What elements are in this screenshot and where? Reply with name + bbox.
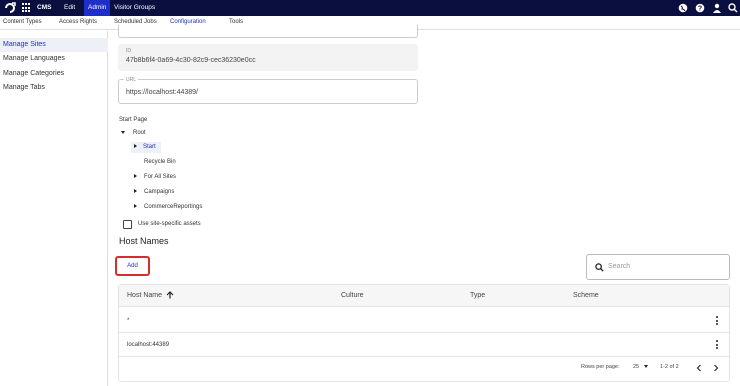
nav-edit[interactable]: Edit (60, 0, 79, 16)
rows-per-page-value: 25 (633, 364, 640, 370)
site-id-field: ID 47b8b6f4-0a69-4c30-82c9-cec36230e0cc (118, 44, 418, 71)
column-header-scheme[interactable]: Scheme (573, 285, 599, 307)
url-field[interactable]: URL https://localhost:44389/ (118, 77, 418, 104)
tree-node-label: For All Sites (144, 174, 177, 180)
nav-admin[interactable]: Admin (84, 0, 111, 16)
nav-cms[interactable]: CMS (33, 0, 55, 16)
chevron-right-icon[interactable] (134, 204, 137, 209)
chevron-down-icon[interactable] (121, 130, 125, 134)
column-header-culture[interactable]: Culture (341, 285, 364, 307)
tree-node-for-all-sites[interactable]: For All Sites (134, 172, 176, 183)
sidebar-item-manage-languages[interactable]: Manage Languages (0, 52, 108, 66)
tree-node-campaigns[interactable]: Campaigns (134, 187, 174, 198)
site-specific-assets-label: Use site-specific assets (138, 221, 201, 227)
tree-node-label: Root (133, 130, 146, 136)
column-header-type[interactable]: Type (470, 285, 485, 307)
chevron-right-icon[interactable] (134, 174, 137, 179)
previous-field[interactable] (118, 25, 418, 38)
help-icon[interactable]: ? (695, 3, 705, 13)
row-actions-icon[interactable] (716, 316, 719, 326)
svg-text:?: ? (698, 6, 702, 13)
host-names-table: Host Name Culture Type Scheme * localhos… (118, 284, 730, 382)
tab-access-rights[interactable]: Access Rights (59, 16, 97, 30)
sidebar-item-manage-categories[interactable]: Manage Categories (0, 67, 108, 81)
sidebar-item-manage-sites[interactable]: Manage Sites (0, 38, 108, 52)
tree-node-commercereportings[interactable]: CommerceReportings (134, 202, 202, 213)
search-icon (595, 263, 604, 272)
table-row[interactable]: * (119, 309, 729, 333)
tree-node-root[interactable]: Root (121, 128, 146, 139)
row-actions-icon[interactable] (716, 340, 719, 350)
host-names-title: Host Names (119, 236, 169, 246)
url-value[interactable]: https://localhost:44389/ (126, 89, 198, 96)
site-id-value: 47b8b6f4-0a69-4c30-82c9-cec36230e0cc (126, 57, 256, 64)
globe-icon[interactable] (678, 3, 688, 13)
search-icon[interactable] (728, 3, 738, 13)
search-placeholder: Search (608, 263, 631, 270)
tree-node-label: Start (143, 144, 156, 150)
sidebar-item-manage-tabs[interactable]: Manage Tabs (0, 81, 108, 95)
host-name-cell: localhost:44389 (127, 342, 170, 348)
tree-node-label: Recycle Bin (144, 159, 176, 165)
rows-per-page-label: Rows per page: (581, 364, 620, 370)
pagination-range: 1-2 of 2 (660, 364, 679, 370)
top-navigation-bar: CMS Edit Admin Visitor Groups ? (0, 0, 740, 16)
host-search-input[interactable]: Search (586, 254, 730, 280)
sort-ascending-icon[interactable] (166, 291, 174, 299)
app-logo-icon[interactable] (3, 1, 17, 15)
user-icon[interactable] (712, 3, 722, 13)
column-header-label: Host Name (127, 292, 163, 299)
next-page-icon[interactable] (713, 364, 719, 372)
tree-node-label: Campaigns (144, 189, 175, 195)
table-header: Host Name Culture Type Scheme (119, 285, 729, 307)
add-host-button[interactable]: Add (115, 256, 150, 276)
tree-node-label: CommerceReportings (144, 204, 203, 210)
previous-page-icon[interactable] (696, 364, 702, 372)
url-label: URL (124, 77, 139, 83)
chevron-right-icon[interactable] (134, 189, 137, 194)
rows-per-page-select[interactable]: 25 (633, 364, 648, 370)
chevron-right-icon[interactable] (134, 144, 137, 149)
start-page-label: Start Page (119, 117, 148, 123)
site-specific-assets-checkbox[interactable] (123, 220, 132, 229)
app-switcher-grid-icon[interactable] (22, 3, 32, 13)
host-name-cell: * (127, 318, 130, 324)
tab-content-types[interactable]: Content Types (3, 16, 42, 30)
caret-down-icon (643, 365, 648, 369)
sidebar: Manage Sites Manage Languages Manage Cat… (0, 31, 108, 386)
table-row[interactable]: localhost:44389 (119, 333, 729, 357)
nav-visitor-groups[interactable]: Visitor Groups (110, 0, 159, 16)
tree-node-start[interactable]: Start (131, 142, 161, 153)
site-id-label: ID (126, 48, 131, 54)
column-header-host-name[interactable]: Host Name (127, 285, 174, 307)
tree-node-recycle-bin[interactable]: Recycle Bin (144, 157, 176, 168)
